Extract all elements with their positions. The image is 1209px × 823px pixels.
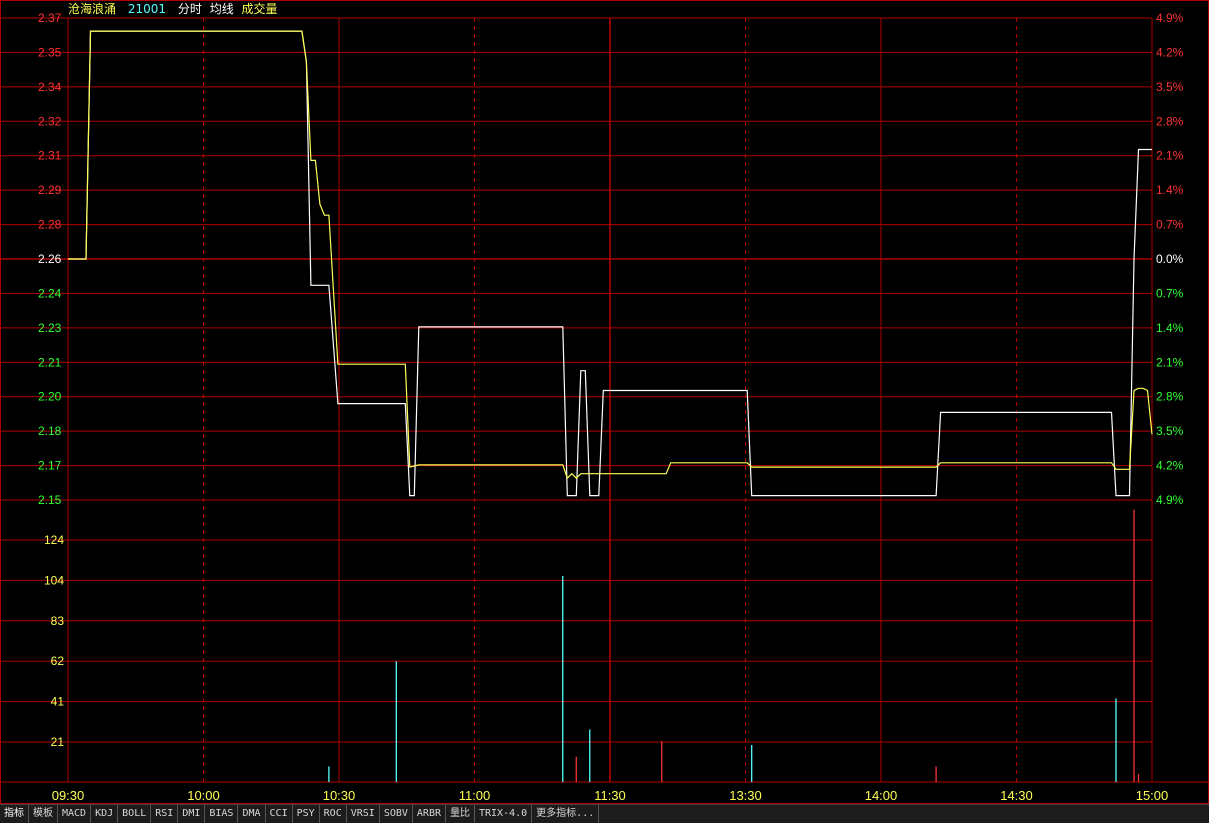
price-tick-label: 2.21 [38, 355, 62, 369]
tab-6[interactable]: DMI [178, 805, 206, 823]
tab-2[interactable]: MACD [58, 805, 92, 823]
pct-tick-label: 0.0% [1156, 252, 1184, 266]
time-tick-label: 10:30 [323, 788, 356, 803]
tab-7[interactable]: BIAS [205, 805, 239, 823]
intraday-chart: 2.37 4.9% 2.35 4.2% 2.34 3.5% 2.32 2.8% 2.31 2.1%… [0, 0, 1209, 804]
volume-tick-label: 62 [51, 654, 65, 668]
price-tick-label: 2.15 [38, 493, 62, 507]
pct-tick-label: 4.9% [1156, 493, 1184, 507]
pct-tick-label: 4.9% [1156, 11, 1184, 25]
tab-10[interactable]: PSY [293, 805, 320, 823]
time-tick-label: 09:30 [52, 788, 85, 803]
time-tick-label: 11:00 [459, 788, 491, 803]
volume-tick-label: 21 [51, 735, 65, 749]
tab-1[interactable]: 模板 [29, 805, 58, 823]
volume-tick-label: 41 [51, 695, 65, 709]
pct-tick-label: 2.1% [1156, 149, 1184, 163]
price-tick-label: 2.17 [38, 459, 62, 473]
price-tick-label: 2.37 [38, 11, 62, 25]
pct-tick-label: 3.5% [1156, 424, 1184, 438]
volume-tick-label: 83 [51, 614, 65, 628]
tab-3[interactable]: KDJ [91, 805, 119, 823]
time-tick-label: 14:30 [1000, 788, 1033, 803]
pct-tick-label: 0.7% [1156, 218, 1184, 232]
price-tick-label: 2.29 [38, 183, 62, 197]
time-tick-label: 15:00 [1136, 788, 1169, 803]
tab-8[interactable]: DMA [238, 805, 266, 823]
tab-0[interactable]: 指标 [0, 805, 29, 823]
pct-tick-label: 3.5% [1156, 80, 1184, 94]
price-tick-label: 2.24 [38, 286, 62, 300]
pct-tick-label: 4.2% [1156, 45, 1184, 59]
pct-tick-label: 4.2% [1156, 459, 1184, 473]
price-tick-label: 2.31 [38, 149, 62, 163]
volume-tick-label: 124 [44, 533, 64, 547]
pct-tick-label: 2.8% [1156, 114, 1184, 128]
time-tick-label: 13:30 [729, 788, 762, 803]
tab-13[interactable]: SOBV [380, 805, 413, 823]
pct-tick-label: 1.4% [1156, 321, 1184, 335]
price-tick-label: 2.35 [38, 45, 62, 59]
tab-15[interactable]: 量比 [446, 805, 475, 823]
tab-11[interactable]: ROC [320, 805, 347, 823]
tab-17[interactable]: 更多指标... [532, 805, 600, 823]
tab-4[interactable]: BOLL [118, 805, 152, 823]
indicator-toolbar: 指标 模板 MACD KDJ BOLL RSI DMI BIAS DMA CCI PSY ROC VRS… [0, 804, 1209, 823]
time-tick-label: 11:30 [594, 788, 626, 803]
price-tick-label: 2.18 [38, 424, 62, 438]
price-tick-label: 2.23 [38, 321, 62, 335]
tab-12[interactable]: VRSI [347, 805, 380, 823]
time-tick-label: 10:00 [187, 788, 220, 803]
pct-tick-label: 2.8% [1156, 390, 1184, 404]
pct-tick-label: 0.7% [1156, 286, 1184, 300]
pct-tick-label: 1.4% [1156, 183, 1184, 197]
tab-5[interactable]: RSI [151, 805, 179, 823]
price-tick-label: 2.34 [38, 80, 62, 94]
pct-tick-label: 2.1% [1156, 355, 1184, 369]
price-tick-label: 2.26 [38, 252, 62, 266]
time-tick-label: 14:00 [865, 788, 898, 803]
tab-16[interactable]: TRIX-4.0 [475, 805, 533, 823]
tab-14[interactable]: ARBR [413, 805, 446, 823]
volume-tick-label: 104 [44, 573, 64, 587]
price-tick-label: 2.28 [38, 218, 62, 232]
tab-9[interactable]: CCI [266, 805, 293, 823]
price-tick-label: 2.32 [38, 114, 62, 128]
price-tick-label: 2.20 [38, 390, 62, 404]
